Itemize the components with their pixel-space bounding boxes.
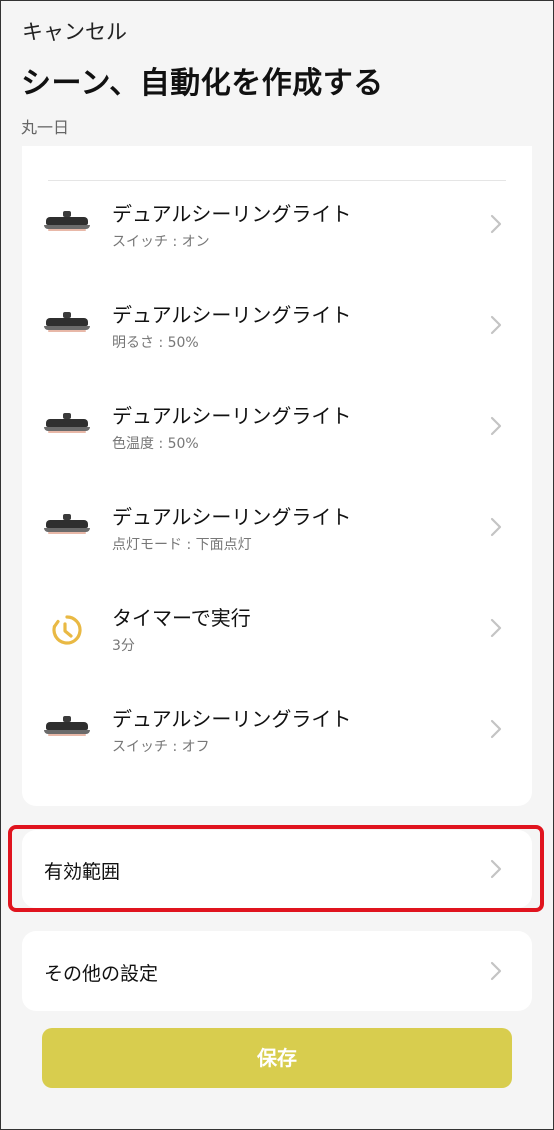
chevron-right-icon — [490, 315, 502, 335]
chevron-right-icon — [490, 618, 502, 638]
ceiling-light-icon — [44, 511, 90, 547]
ceiling-light-icon — [44, 309, 90, 345]
chevron-right-icon — [490, 719, 502, 739]
action-detail: 3分 — [112, 638, 135, 654]
ceiling-light-icon — [44, 410, 90, 446]
action-name: タイマーで実行 — [112, 606, 251, 630]
action-row[interactable]: デュアルシーリングライト 明るさ : 50% — [22, 287, 532, 367]
page-title: シーン、自動化を作成する — [21, 66, 384, 101]
chevron-right-icon — [490, 961, 502, 981]
highlight-box — [8, 825, 544, 912]
list-divider — [48, 180, 506, 181]
chevron-right-icon — [490, 214, 502, 234]
chevron-right-icon — [490, 517, 502, 537]
action-name: デュアルシーリングライト — [112, 303, 352, 327]
action-row[interactable]: デュアルシーリングライト スイッチ : オフ — [22, 691, 532, 771]
action-detail: 色温度 : 50% — [112, 436, 199, 452]
action-row[interactable]: デュアルシーリングライト スイッチ : オン — [22, 186, 532, 266]
action-detail: スイッチ : オフ — [112, 739, 210, 755]
action-detail: 点灯モード : 下面点灯 — [112, 537, 252, 553]
action-row[interactable]: デュアルシーリングライト 色温度 : 50% — [22, 388, 532, 468]
other-settings-row[interactable]: その他の設定 — [22, 931, 532, 1011]
action-name: デュアルシーリングライト — [112, 404, 352, 428]
action-name: デュアルシーリングライト — [112, 202, 352, 226]
ceiling-light-icon — [44, 208, 90, 244]
action-list-card: デュアルシーリングライト スイッチ : オン デュアルシーリングライト 明るさ … — [22, 146, 532, 806]
action-row[interactable]: タイマーで実行 3分 — [22, 590, 532, 670]
action-detail: 明るさ : 50% — [112, 335, 199, 351]
cancel-button[interactable]: キャンセル — [22, 16, 127, 46]
schedule-subtitle: 丸一日 — [21, 118, 70, 137]
other-settings-label: その他の設定 — [44, 963, 159, 985]
timer-icon — [52, 615, 82, 645]
chevron-right-icon — [490, 416, 502, 436]
action-row[interactable]: デュアルシーリングライト 点灯モード : 下面点灯 — [22, 489, 532, 569]
ceiling-light-icon — [44, 713, 90, 749]
action-detail: スイッチ : オン — [112, 234, 210, 250]
action-name: デュアルシーリングライト — [112, 707, 352, 731]
action-name: デュアルシーリングライト — [112, 505, 352, 529]
save-button[interactable]: 保存 — [42, 1028, 512, 1088]
